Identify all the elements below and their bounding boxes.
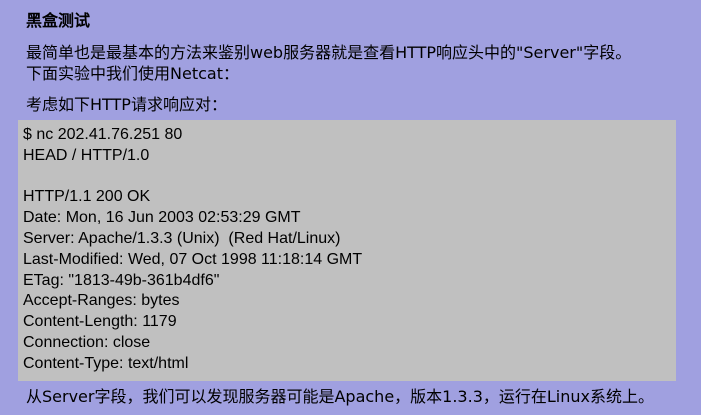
intro-paragraph: 最简单也是最基本的方法来鉴别web服务器就是查看HTTP响应头中的"Server… — [26, 42, 696, 84]
document-page: 黑盒测试 最简单也是最基本的方法来鉴别web服务器就是查看HTTP响应头中的"S… — [0, 0, 701, 415]
code-line: HEAD / HTTP/1.0 — [23, 146, 150, 164]
code-line: Accept-Ranges: bytes — [23, 292, 180, 310]
code-line: Last-Modified: Wed, 07 Oct 1998 11:18:14… — [23, 250, 363, 268]
section-heading: 黑盒测试 — [26, 11, 91, 30]
code-line: ETag: "1813-49b-361b4df6" — [23, 271, 220, 289]
intro-line-2: 下面实验中我们使用Netcat： — [26, 64, 239, 83]
code-line: HTTP/1.1 200 OK — [23, 188, 151, 206]
code-line: $ nc 202.41.76.251 80 — [23, 126, 183, 143]
lead-text: 考虑如下HTTP请求响应对： — [26, 95, 227, 114]
code-line: Content-Type: text/html — [23, 354, 189, 372]
conclusion-text: 从Server字段，我们可以发现服务器可能是Apache，版本1.3.3，运行在… — [26, 387, 654, 406]
code-line: Date: Mon, 16 Jun 2003 02:53:29 GMT — [23, 209, 301, 227]
code-line: Server: Apache/1.3.3 (Unix) (Red Hat/Lin… — [23, 229, 341, 247]
code-block: $ nc 202.41.76.251 80 HEAD / HTTP/1.0 HT… — [18, 120, 676, 381]
code-line: Content-Length: 1179 — [23, 313, 177, 331]
intro-line-1: 最简单也是最基本的方法来鉴别web服务器就是查看HTTP响应头中的"Server… — [26, 43, 632, 62]
code-line: Connection: close — [23, 333, 151, 351]
